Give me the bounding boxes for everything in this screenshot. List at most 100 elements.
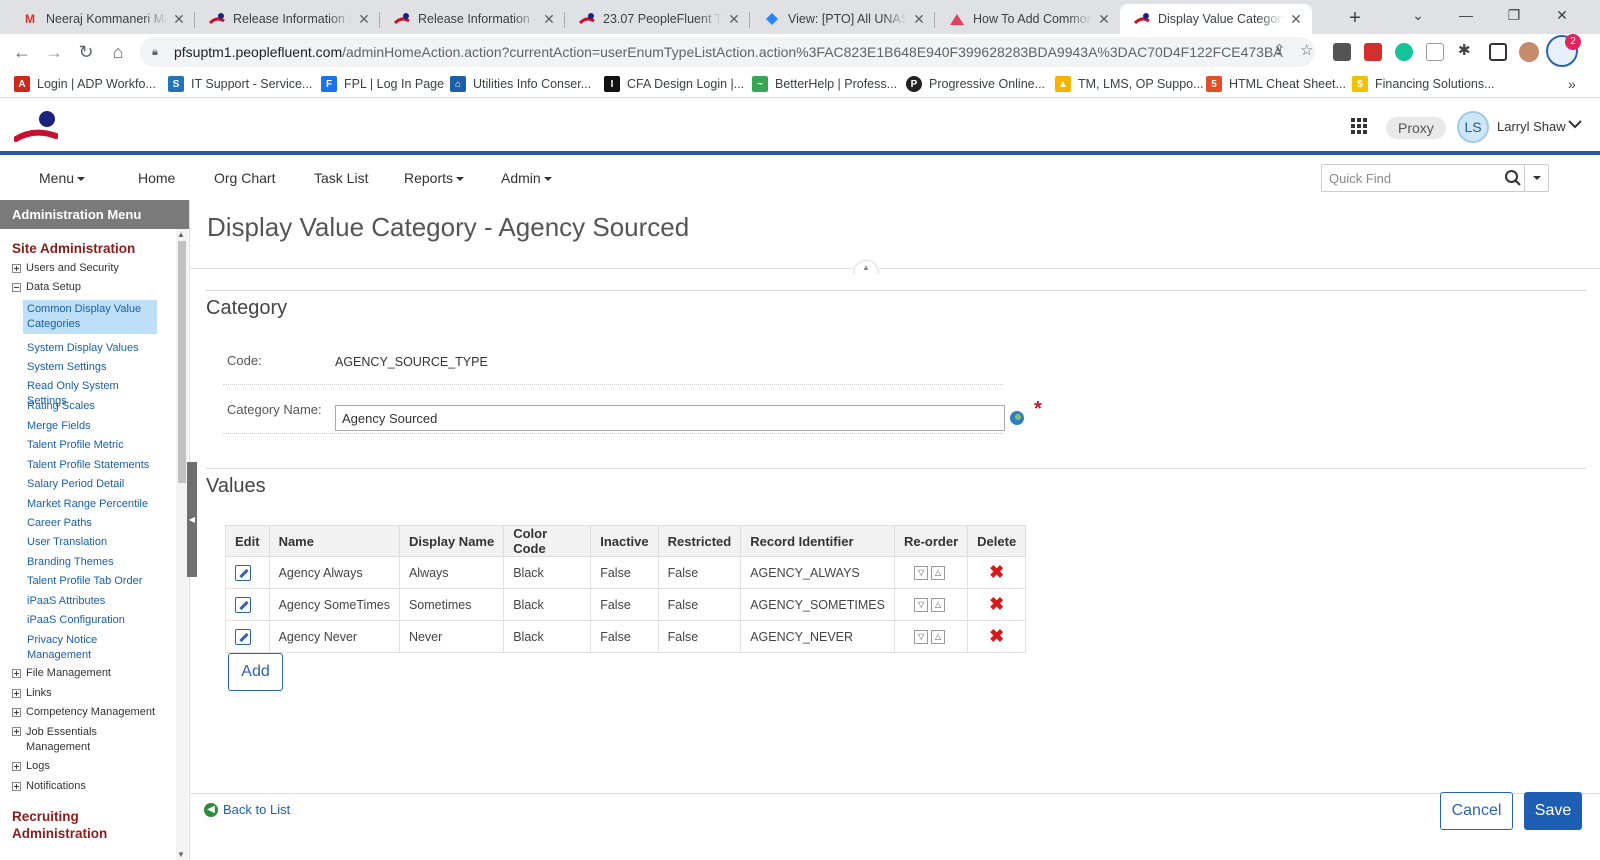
globe-translate-icon[interactable] (1010, 411, 1024, 425)
delete-icon[interactable]: ✖ (977, 594, 1016, 615)
address-bar[interactable]: 🔒︎ pfsuptm1.peoplefluent.com/adminHomeAc… (140, 37, 1315, 67)
proxy-button[interactable]: Proxy (1386, 117, 1446, 139)
chat-bubble-icon[interactable]: 2 (1546, 34, 1581, 67)
close-window-icon[interactable]: ✕ (1539, 0, 1585, 34)
bookmark-item[interactable]: P Progressive Online... (906, 74, 1045, 94)
sidebar-item-talent-profile-metric[interactable]: Talent Profile Metric (27, 438, 157, 453)
sidebar-item-common-display-value-categories[interactable]: Common Display Value Categories (23, 300, 157, 334)
sidebar-node-competency-management[interactable]: Competency Management (12, 706, 155, 718)
back-arrow-icon[interactable]: ← (8, 38, 36, 66)
browser-tab[interactable]: How To Add Common D ✕ (935, 4, 1120, 34)
quick-find-input[interactable] (1322, 165, 1502, 191)
sidebar-item-user-translation[interactable]: User Translation (27, 535, 157, 550)
sidebar-item-branding-themes[interactable]: Branding Themes (27, 555, 157, 570)
peoplefluent-logo[interactable] (14, 110, 58, 144)
bookmark-item[interactable]: 5 HTML Cheat Sheet... (1206, 74, 1346, 94)
sidebar-node-logs[interactable]: Logs (12, 760, 50, 772)
bookmark-item[interactable]: $ Financing Solutions... (1352, 74, 1495, 94)
sidebar-node-users-security[interactable]: Users and Security (12, 262, 119, 274)
back-to-list-link[interactable]: ◀ Back to List (204, 802, 290, 817)
home-icon[interactable]: ⌂ (104, 38, 132, 66)
sidebar-item-career-paths[interactable]: Career Paths (27, 516, 157, 531)
sidebar-item-talent-profile-statements[interactable]: Talent Profile Statements (27, 458, 157, 473)
grammarly-icon[interactable] (1395, 43, 1413, 61)
bookmark-item[interactable]: F FPL | Log In Page (321, 74, 444, 94)
save-button[interactable]: Save (1524, 792, 1582, 830)
nav-menu[interactable]: Menu (39, 170, 86, 186)
browser-tab[interactable]: View: [PTO] All UNASSIG ✕ (750, 4, 935, 34)
sidebar-item-talent-profile-tab-order[interactable]: Talent Profile Tab Order (27, 574, 157, 589)
close-tab-icon[interactable]: ✕ (1096, 11, 1112, 28)
quick-find-dropdown[interactable] (1524, 165, 1548, 191)
share-icon[interactable]: ⇪ (1273, 41, 1286, 59)
close-tab-icon[interactable]: ✕ (171, 11, 187, 28)
bookmark-item[interactable]: S IT Support - Service... (168, 74, 312, 94)
browser-tab[interactable]: Release Information / T ✕ (195, 4, 380, 34)
sidebar-node-file-management[interactable]: File Management (12, 667, 111, 679)
close-tab-icon[interactable]: ✕ (356, 11, 372, 28)
apps-grid-icon[interactable] (1351, 118, 1367, 134)
extension-icon[interactable] (1333, 43, 1351, 61)
sidebar-node-notifications[interactable]: Notifications (12, 780, 86, 792)
side-panel-icon[interactable] (1489, 43, 1507, 61)
sidebar-node-links[interactable]: Links (12, 687, 52, 699)
delete-icon[interactable]: ✖ (977, 626, 1016, 647)
move-down-icon[interactable]: ▽ (914, 565, 929, 580)
close-tab-icon[interactable]: ✕ (911, 11, 927, 28)
search-icon[interactable] (1502, 165, 1524, 191)
minimize-icon[interactable]: — (1443, 0, 1489, 34)
nav-home[interactable]: Home (138, 170, 175, 186)
scroll-down-icon[interactable]: ▼ (177, 850, 185, 859)
nav-reports[interactable]: Reports (404, 170, 465, 186)
edit-icon[interactable] (235, 596, 251, 613)
browser-tab[interactable]: 23.07 PeopleFluent Tale ✕ (565, 4, 750, 34)
bookmark-item[interactable]: ⌂ Utilities Info Conser... (450, 74, 591, 94)
sidebar-node-data-setup[interactable]: Data Setup (12, 281, 81, 293)
delete-icon[interactable]: ✖ (977, 562, 1016, 583)
move-up-icon[interactable]: △ (931, 629, 946, 644)
edit-icon[interactable] (235, 628, 251, 645)
move-down-icon[interactable]: ▽ (914, 629, 929, 644)
nav-admin[interactable]: Admin (501, 170, 552, 186)
add-value-button[interactable]: Add (228, 653, 283, 691)
sidebar-section-recruiting-admin[interactable]: Recruiting Administration (12, 808, 122, 842)
expand-icon[interactable] (12, 762, 21, 771)
scroll-up-icon[interactable]: ▲ (177, 230, 185, 239)
forward-arrow-icon[interactable]: → (40, 38, 68, 66)
sidebar-item-system-display-values[interactable]: System Display Values (27, 341, 157, 356)
sidebar-node-job-essentials[interactable]: Job Essentials Management (12, 725, 122, 755)
pdf-extension-icon[interactable] (1364, 43, 1382, 61)
new-tab-button[interactable]: + (1342, 6, 1368, 32)
sidebar-item-system-settings[interactable]: System Settings (27, 360, 157, 375)
bookmark-item[interactable]: A Login | ADP Workfo... (14, 74, 156, 94)
sidebar-item-ipaas-attributes[interactable]: iPaaS Attributes (27, 594, 157, 609)
bookmark-star-icon[interactable]: ☆ (1300, 41, 1313, 59)
move-down-icon[interactable]: ▽ (914, 597, 929, 612)
restore-icon[interactable]: ❐ (1491, 0, 1537, 34)
category-name-input[interactable] (335, 405, 1005, 431)
expand-icon[interactable] (12, 264, 21, 273)
chevron-down-icon[interactable] (1568, 116, 1582, 132)
nav-org-chart[interactable]: Org Chart (214, 170, 275, 186)
collapse-icon[interactable] (12, 283, 21, 292)
close-tab-icon[interactable]: ✕ (1288, 11, 1304, 28)
bookmark-item[interactable]: ~ BetterHelp | Profess... (752, 74, 897, 94)
browser-tab[interactable]: Release Information – P ✕ (380, 4, 565, 34)
expand-icon[interactable] (12, 727, 21, 736)
expand-icon[interactable] (12, 689, 21, 698)
cancel-button[interactable]: Cancel (1440, 792, 1513, 830)
profile-avatar-icon[interactable] (1519, 42, 1539, 62)
expand-icon[interactable] (12, 669, 21, 678)
expand-icon[interactable] (12, 782, 21, 791)
collapse-header-icon[interactable]: ▲ (853, 260, 879, 274)
nav-task-list[interactable]: Task List (314, 170, 368, 186)
reload-icon[interactable]: ↻ (72, 38, 100, 66)
move-up-icon[interactable]: △ (931, 597, 946, 612)
tab-search-icon[interactable]: ⌄ (1395, 0, 1441, 34)
sidebar-item-merge-fields[interactable]: Merge Fields (27, 419, 157, 434)
bookmark-item[interactable]: I CFA Design Login |... (604, 74, 744, 94)
cast-icon[interactable] (1426, 43, 1444, 61)
edit-icon[interactable] (235, 564, 251, 581)
sidebar-section-site-admin[interactable]: Site Administration (12, 240, 135, 257)
more-bookmarks-icon[interactable]: » (1568, 74, 1576, 94)
